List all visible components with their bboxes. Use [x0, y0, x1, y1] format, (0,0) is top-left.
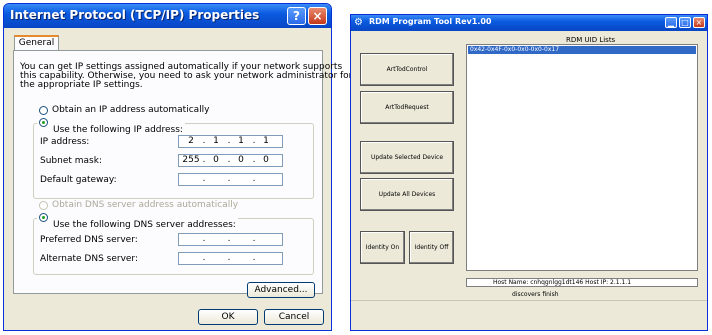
uid-listbox[interactable]: 0x42-0x4F-0x0-0x0-0x0-0x17	[466, 44, 698, 271]
use-dns-legend: Use the following DNS server addresses:	[37, 212, 238, 231]
advanced-button[interactable]: Advanced...	[247, 282, 315, 298]
use-dns-radio[interactable]	[39, 213, 48, 222]
subnet-mask-label: Subnet mask:	[40, 156, 102, 166]
preferred-dns-field[interactable]: . . .	[178, 233, 283, 246]
status-divider	[351, 300, 707, 301]
use-ip-label[interactable]: Use the following IP address:	[53, 125, 183, 135]
use-ip-legend: Use the following IP address:	[37, 117, 185, 136]
host-info-box: Host Name: cnhqgnlgg1dt146 Host IP: 2.1.…	[466, 278, 698, 287]
intro-line-3: the appropriate IP settings.	[20, 80, 143, 90]
dialog-titlebar: Internet Protocol (TCP/IP) Properties ? …	[4, 4, 331, 28]
status-text: discovers finish	[512, 291, 559, 298]
preferred-dns-label: Preferred DNS server:	[40, 235, 138, 245]
minimize-icon[interactable]: ▁	[665, 17, 677, 28]
use-ip-radio[interactable]	[39, 118, 48, 127]
subnet-mask-field[interactable]: 255. 0. 0. 0	[178, 154, 283, 167]
host-info-text: Host Name: cnhqgnlgg1dt146 Host IP: 2.1.…	[493, 279, 632, 286]
close-icon[interactable]: ×	[693, 17, 705, 28]
art-tod-request-button[interactable]: ArtTodRequest	[360, 91, 454, 124]
close-button[interactable]: ×	[308, 7, 327, 25]
default-gateway-label: Default gateway:	[40, 175, 117, 185]
general-panel: You can get IP settings assigned automat…	[13, 50, 352, 298]
cancel-button[interactable]: Cancel	[264, 309, 324, 325]
ip-address-field[interactable]: 2. 1. 1. 1	[178, 135, 283, 148]
help-button[interactable]: ?	[287, 7, 306, 25]
identify-on-button[interactable]: Identity On	[360, 231, 405, 264]
obtain-ip-auto-label[interactable]: Obtain an IP address automatically	[52, 105, 210, 115]
app-icon: ⚙	[354, 17, 363, 28]
obtain-ip-auto-radio[interactable]	[39, 106, 48, 115]
alternate-dns-field[interactable]: . . .	[178, 252, 283, 265]
ip-address-label: IP address:	[40, 137, 90, 147]
obtain-dns-auto-label: Obtain DNS server address automatically	[52, 200, 239, 210]
dialog-title: Internet Protocol (TCP/IP) Properties	[10, 8, 260, 22]
tcpip-properties-dialog: Internet Protocol (TCP/IP) Properties ? …	[3, 3, 352, 331]
obtain-dns-auto-radio	[39, 201, 48, 210]
uid-list-title: RDM UID Lists	[566, 36, 616, 44]
rdm-title: RDM Program Tool Rev1.00	[369, 17, 492, 26]
alternate-dns-label: Alternate DNS server:	[40, 254, 139, 264]
update-all-devices-button[interactable]: Update All Devices	[360, 178, 454, 211]
default-gateway-field[interactable]: . . .	[178, 173, 283, 186]
update-selected-device-button[interactable]: Update Selected Device	[360, 141, 454, 174]
ok-button[interactable]: OK	[198, 309, 258, 325]
identify-off-button[interactable]: Identity Off	[409, 231, 454, 264]
tab-general[interactable]: General	[14, 35, 59, 51]
use-dns-label[interactable]: Use the following DNS server addresses:	[53, 220, 236, 230]
maximize-icon[interactable]: □	[679, 17, 691, 28]
rdm-titlebar: ⚙ RDM Program Tool Rev1.00 ▁ □ ×	[351, 15, 707, 31]
art-tod-control-button[interactable]: ArtTodControl	[360, 53, 454, 86]
list-item[interactable]: 0x42-0x4F-0x0-0x0-0x0-0x17	[468, 46, 696, 54]
